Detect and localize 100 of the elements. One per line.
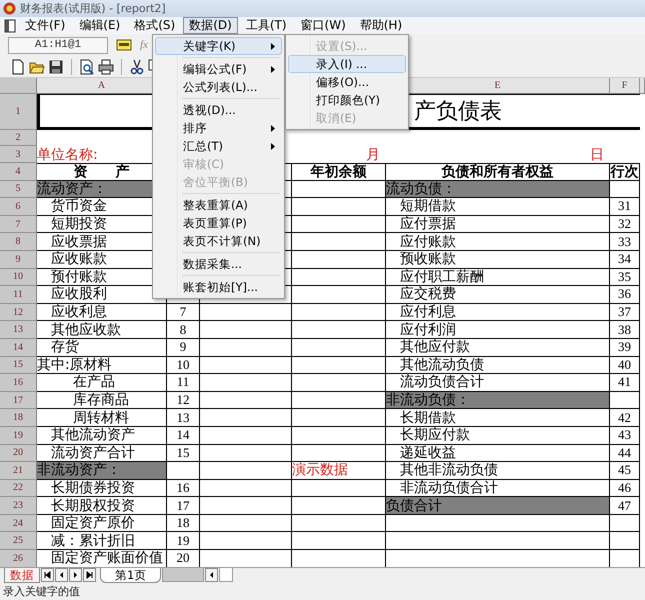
row-header[interactable]: 1 [0, 94, 37, 130]
submenu-arrow-icon [271, 142, 275, 150]
table-cell: 13 [167, 409, 200, 427]
menu-bar-item[interactable]: 编辑(E) [73, 17, 126, 34]
menu-item[interactable]: 汇总(T) [155, 137, 282, 155]
table-cell: 应交税费 [386, 286, 610, 304]
table-cell: 在产品 [37, 374, 167, 392]
function-button[interactable]: fx [140, 39, 148, 51]
table-cell: 应付账款 [386, 233, 610, 251]
menu-item[interactable]: 编辑公式(F) [155, 60, 282, 78]
sheet-tab[interactable]: 数据 [4, 568, 40, 583]
table-cell [167, 462, 200, 480]
table-cell: 其中:原材料 [37, 356, 167, 374]
table-cell-text: 单位名称: [37, 146, 99, 163]
table-cell: 年初余额 [292, 163, 386, 181]
table-cell: 39 [610, 338, 640, 357]
table-cell: 8 [167, 321, 200, 339]
printer-icon[interactable] [98, 58, 114, 74]
menu-item[interactable]: 打印颜色(Y) [288, 91, 406, 109]
row-header[interactable]: 16 [0, 374, 37, 392]
menu-bar-item[interactable]: 文件(F) [19, 17, 72, 34]
menu-item[interactable]: 录入(I) ... [288, 55, 406, 73]
card-icon[interactable] [116, 39, 132, 51]
menu-item[interactable]: 关键字(K) [155, 37, 282, 55]
status-text: 录入关键字的值 [3, 584, 80, 599]
row-header[interactable]: 20 [0, 444, 37, 462]
table-cell: 33 [610, 233, 640, 251]
table-cell: 45 [610, 462, 640, 480]
table-cell: 36 [610, 286, 640, 304]
row-header[interactable]: 14 [0, 338, 37, 357]
cell-reference-field[interactable]: A1:H1@1 [8, 36, 108, 54]
section-cell: 非流动资产： [37, 462, 167, 480]
row-header[interactable]: 4 [0, 163, 37, 181]
row-header[interactable]: 22 [0, 480, 37, 498]
row-header[interactable]: 6 [0, 198, 37, 216]
table-cell: 12 [167, 392, 200, 410]
row-header[interactable]: 5 [0, 180, 37, 198]
table-cell: 减：累计折旧 [37, 532, 167, 550]
table-cell [610, 180, 640, 198]
table-cell: 46 [610, 480, 640, 498]
submenu-arrow-icon [271, 42, 275, 50]
row-header[interactable]: 15 [0, 356, 37, 374]
row-header[interactable]: 13 [0, 321, 37, 339]
table-cell: 其他应付款 [386, 338, 610, 357]
row-header[interactable]: 3 [0, 146, 37, 163]
document-icon [3, 18, 17, 32]
section-cell: 流动负债： [386, 180, 610, 198]
menu-bar-item[interactable]: 格式(S) [128, 17, 182, 34]
table-cell: 应收利息 [37, 304, 167, 322]
menu-bar-item[interactable]: 窗口(W) [294, 17, 352, 34]
row-header[interactable]: 2 [0, 130, 37, 146]
column-header[interactable]: F [610, 78, 640, 94]
scissors-icon[interactable] [129, 58, 145, 74]
row-header[interactable]: 24 [0, 514, 37, 532]
new-file-icon[interactable] [10, 58, 26, 74]
table-cell: 9 [167, 338, 200, 357]
next-sheet-icon[interactable] [69, 568, 82, 582]
table-cell [610, 392, 640, 410]
table-cell: 应付职工薪酬 [386, 268, 610, 286]
menu-bar-item[interactable]: 数据(D) [183, 17, 238, 34]
table-cell: 16 [167, 480, 200, 498]
row-header[interactable]: 17 [0, 392, 37, 410]
table-cell: 10 [167, 356, 200, 374]
save-icon[interactable] [48, 58, 64, 74]
row-header[interactable]: 7 [0, 216, 37, 234]
row-header[interactable]: 26 [0, 550, 37, 567]
table-cell: 固定资产原价 [37, 514, 167, 532]
row-header[interactable]: 23 [0, 497, 37, 515]
table-cell: 递延收益 [386, 444, 610, 462]
row-header[interactable]: 25 [0, 532, 37, 550]
last-sheet-icon[interactable] [83, 568, 96, 582]
scroll-left-icon[interactable] [205, 568, 218, 582]
row-header[interactable]: 21 [0, 462, 37, 480]
print-preview-icon[interactable] [79, 58, 95, 74]
row-header[interactable]: 10 [0, 268, 37, 286]
table-cell: 17 [167, 497, 200, 515]
table-cell: 37 [610, 304, 640, 322]
table-cell: 预收账款 [386, 250, 610, 269]
menu-item[interactable]: 透视(D)... [155, 101, 282, 119]
table-cell-text: 日 [589, 146, 605, 163]
menu-bar-item[interactable]: 帮助(H) [354, 17, 408, 34]
table-cell: 40 [610, 356, 640, 374]
row-header[interactable]: 12 [0, 304, 37, 322]
previous-sheet-icon[interactable] [55, 568, 68, 582]
row-header[interactable]: 18 [0, 409, 37, 427]
table-cell: 14 [167, 426, 200, 444]
table-cell: 32 [610, 216, 640, 234]
row-header[interactable]: 9 [0, 250, 37, 269]
first-sheet-icon[interactable] [41, 568, 54, 582]
table-cell: 47 [610, 497, 640, 515]
row-header[interactable]: 19 [0, 426, 37, 444]
menu-bar-item[interactable]: 工具(T) [240, 17, 293, 34]
row-header[interactable]: 8 [0, 233, 37, 251]
window-title: 财务报表(试用版) - [report2] [20, 1, 166, 16]
sheet-tab[interactable]: 第1页 [100, 568, 162, 583]
table-cell: 18 [167, 514, 200, 532]
table-cell: 35 [610, 268, 640, 286]
section-cell: 非流动负债： [386, 392, 610, 410]
app-icon [3, 2, 16, 15]
row-header[interactable]: 11 [0, 286, 37, 304]
